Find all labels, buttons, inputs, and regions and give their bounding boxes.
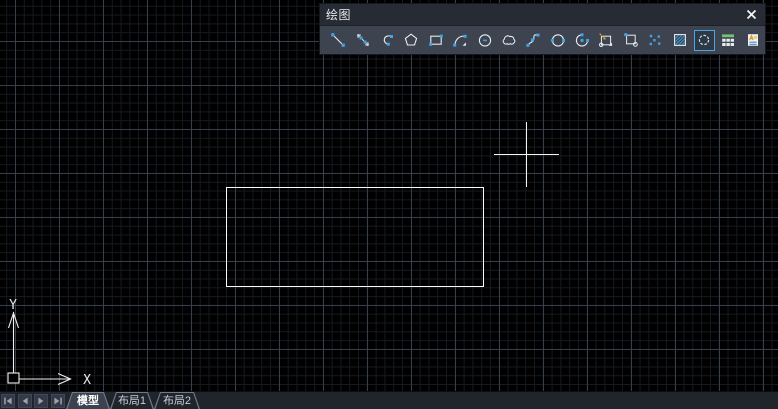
next-tab-icon xyxy=(35,395,47,407)
tab-模型[interactable]: 模型 xyxy=(66,392,110,409)
arc-icon xyxy=(452,32,468,48)
tool-slot xyxy=(667,26,691,54)
tab-布局2[interactable]: 布局2 xyxy=(154,392,200,409)
rectangle-entity[interactable] xyxy=(226,187,484,287)
tab-fill: 布局1 xyxy=(111,393,152,409)
tool-table-button[interactable] xyxy=(718,30,739,51)
point-icon xyxy=(647,32,663,48)
last-tab-icon xyxy=(52,395,64,407)
tool-spline-button[interactable] xyxy=(523,30,544,51)
last-tab-button[interactable] xyxy=(51,394,65,408)
insert-block-icon xyxy=(598,32,614,48)
tool-construction-line-button[interactable] xyxy=(352,30,373,51)
tool-revision-cloud-button[interactable] xyxy=(498,30,519,51)
tool-gradient-button[interactable] xyxy=(694,30,715,51)
hatch-icon xyxy=(672,32,688,48)
tool-slot xyxy=(424,26,448,54)
tool-polygon-button[interactable] xyxy=(401,30,422,51)
tool-slot xyxy=(448,26,472,54)
polyline-icon xyxy=(379,32,395,48)
previous-tab-icon xyxy=(19,395,31,407)
first-tab-icon xyxy=(2,395,14,407)
table-icon xyxy=(720,32,736,48)
gradient-icon xyxy=(696,32,712,48)
tab-fill: 模型 xyxy=(67,393,108,409)
toolbar-titlebar[interactable]: 绘图 xyxy=(320,4,765,26)
close-button[interactable] xyxy=(743,8,759,22)
layout-tab-bar: 模型 布局1 布局2 xyxy=(0,391,778,409)
line-icon xyxy=(330,32,346,48)
tool-slot xyxy=(570,26,594,54)
tool-slot xyxy=(350,26,374,54)
tool-line-button[interactable] xyxy=(328,30,349,51)
multiline-text-icon xyxy=(745,32,761,48)
tool-ellipse-arc-button[interactable] xyxy=(572,30,593,51)
tab-label: 模型 xyxy=(77,393,99,409)
tab-nav-buttons xyxy=(1,394,65,408)
next-tab-button[interactable] xyxy=(34,394,48,408)
toolbar-icon-row xyxy=(320,26,765,54)
tab-fill: 布局2 xyxy=(155,393,198,409)
tool-slot xyxy=(472,26,496,54)
tool-polyline-button[interactable] xyxy=(376,30,397,51)
tool-slot xyxy=(546,26,570,54)
tool-arc-button[interactable] xyxy=(450,30,471,51)
tool-slot xyxy=(326,26,350,54)
tool-point-button[interactable] xyxy=(645,30,666,51)
ellipse-icon xyxy=(550,32,566,48)
tab-label: 布局2 xyxy=(163,393,191,409)
previous-tab-button[interactable] xyxy=(18,394,32,408)
make-block-icon xyxy=(623,32,639,48)
tool-make-block-button[interactable] xyxy=(620,30,641,51)
ucs-origin-square xyxy=(8,373,19,383)
close-icon xyxy=(746,9,757,20)
tool-insert-block-button[interactable] xyxy=(596,30,617,51)
ucs-y-label: Y xyxy=(9,298,17,313)
ellipse-arc-icon xyxy=(574,32,590,48)
cad-application-window: Y X 绘图 模型 布局1 布局2 xyxy=(0,0,778,409)
spline-icon xyxy=(525,32,541,48)
tool-slot xyxy=(643,26,667,54)
tool-slot xyxy=(619,26,643,54)
drawing-canvas[interactable]: Y X xyxy=(0,0,778,391)
tab-label: 布局1 xyxy=(118,393,146,409)
revision-cloud-icon xyxy=(501,32,517,48)
tool-circle-button[interactable] xyxy=(474,30,495,51)
tool-multiline-text-button[interactable] xyxy=(742,30,763,51)
first-tab-button[interactable] xyxy=(1,394,15,408)
tool-hatch-button[interactable] xyxy=(669,30,690,51)
circle-icon xyxy=(477,32,493,48)
layout-tabs: 模型 布局1 布局2 xyxy=(66,392,200,409)
ucs-x-label: X xyxy=(83,373,91,388)
polygon-icon xyxy=(403,32,419,48)
draw-toolbar-panel: 绘图 xyxy=(319,3,766,55)
ucs-icon: Y X xyxy=(0,295,110,391)
tool-slot xyxy=(521,26,545,54)
tool-ellipse-button[interactable] xyxy=(547,30,568,51)
tool-slot xyxy=(692,26,716,54)
tab-布局1[interactable]: 布局1 xyxy=(110,392,154,409)
tool-slot xyxy=(741,26,765,54)
tool-rectangle-button[interactable] xyxy=(425,30,446,51)
construction-line-icon xyxy=(355,32,371,48)
tool-slot xyxy=(716,26,740,54)
crosshair-cursor-vertical xyxy=(526,122,527,187)
tool-slot xyxy=(399,26,423,54)
rectangle-icon xyxy=(428,32,444,48)
tool-slot xyxy=(375,26,399,54)
tool-slot xyxy=(594,26,618,54)
toolbar-title: 绘图 xyxy=(326,6,351,23)
tool-slot xyxy=(497,26,521,54)
